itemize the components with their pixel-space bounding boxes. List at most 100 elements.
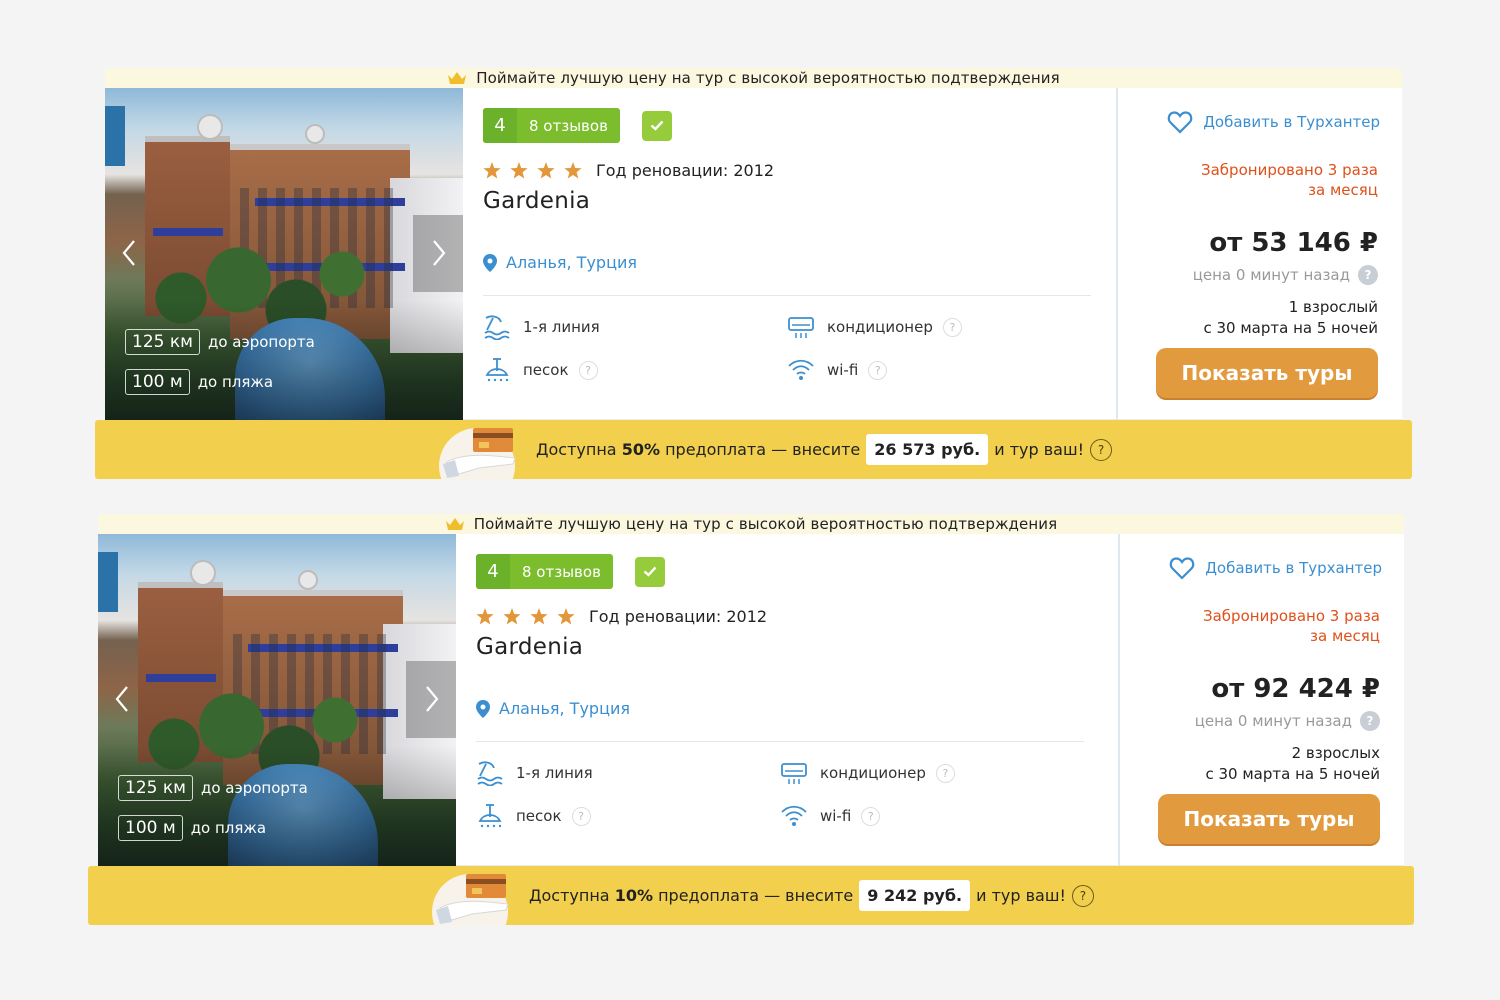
beach-distance-label: до пляжа [197,373,274,391]
rating-badge[interactable]: 4 8 отзывов [483,108,620,143]
sand-icon [478,804,502,828]
prepayment-text: Доступна 10% предоплата — внесите 9 242 … [529,866,1094,925]
prepayment-bar: Доступна 50% предоплата — внесите 26 573… [95,420,1412,480]
verified-badge[interactable] [634,556,665,587]
add-to-favorites-button[interactable]: Добавить в Турхантер [1167,110,1380,134]
question-icon[interactable]: ? [935,763,955,783]
feature-sand: песок ? [476,803,591,829]
location-pin-icon [483,253,497,272]
divider [476,741,1084,742]
hotel-card: Поймайте лучшую цену на тур с высокой ве… [88,514,1414,926]
hotel-location[interactable]: Аланья, Турция [476,699,630,718]
star-icon [530,608,548,625]
chevron-right-icon [433,240,446,266]
question-icon[interactable]: ? [1071,884,1094,907]
prepayment-text: Доступна 50% предоплата — внесите 26 573… [536,420,1113,479]
star-icon [564,162,582,179]
beach-line-icon [484,315,510,340]
favorites-label: Добавить в Турхантер [1203,113,1380,131]
favorites-label: Добавить в Турхантер [1205,559,1382,577]
booked-count: Забронировано 3 раза за месяц [1203,606,1380,646]
question-icon[interactable]: ? [1358,265,1378,285]
beach-distance: 100 м до пляжа [125,369,273,395]
feature-ac: кондиционер ? [787,314,962,340]
star-icon [557,608,575,625]
price-age-text: цена 0 минут назад [1192,266,1350,284]
card-body: 125 км до аэропорта 100 м до пляжа 4 8 о… [98,534,1404,866]
question-icon[interactable]: ? [571,806,591,826]
prepayment-bar: Доступна 10% предоплата — внесите 9 242 … [88,866,1414,926]
photo-prev-button[interactable] [112,684,132,714]
question-icon[interactable]: ? [578,360,598,380]
location-pin-icon [476,699,490,718]
travelers: 2 взрослых [1291,744,1380,762]
travelers: 1 взрослый [1288,298,1378,316]
feature-line: 1-я линия [476,760,593,786]
question-icon[interactable]: ? [1360,711,1380,731]
stars-row: Год реновации: 2012 [483,161,774,180]
question-icon[interactable]: ? [1090,438,1113,461]
beach-distance-label: до пляжа [190,819,267,837]
prepay-prefix: Доступна [536,440,622,459]
rating-score: 4 [476,554,510,589]
beach-distance-value: 100 м [125,369,190,395]
show-tours-button[interactable]: Показать туры [1158,794,1380,844]
air-conditioner-icon [788,317,814,338]
star-icon [476,608,494,625]
feature-wifi: wi-fi ? [780,803,881,829]
photo-next-button[interactable] [422,684,442,714]
booked-line-1: Забронировано 3 раза [1201,161,1378,179]
hotel-location[interactable]: Аланья, Турция [483,253,637,272]
reviews-count: 8 отзывов [522,562,601,581]
question-icon[interactable]: ? [942,317,962,337]
hotel-info: 4 8 отзывов Год реновации: 2012 Gardenia… [483,88,1113,420]
prepay-amount: 9 242 руб. [859,880,971,911]
hotel-photo[interactable]: 125 км до аэропорта 100 м до пляжа [105,88,463,420]
photo-prev-button[interactable] [119,238,139,268]
star-icon [510,162,528,179]
airport-distance: 125 км до аэропорта [118,775,308,801]
booked-count: Забронировано 3 раза за месяц [1201,160,1378,200]
chevron-left-icon [115,686,128,712]
airport-distance-label: до аэропорта [207,333,315,351]
prepay-percent: 10% [614,886,653,905]
stars-row: Год реновации: 2012 [476,607,767,626]
photo-next-button[interactable] [429,238,449,268]
prepay-prefix: Доступна [529,886,615,905]
add-to-favorites-button[interactable]: Добавить в Турхантер [1169,556,1382,580]
prepay-middle: предоплата — внесите [652,886,854,905]
question-icon[interactable]: ? [861,806,881,826]
sand-icon [485,358,509,382]
feature-wifi: wi-fi ? [787,357,888,383]
question-icon[interactable]: ? [868,360,888,380]
star-icon [537,162,555,179]
show-tours-button[interactable]: Показать туры [1156,348,1378,398]
feature-sand-text: песок [523,361,569,379]
rating-badge[interactable]: 4 8 отзывов [476,554,613,589]
price-panel: Добавить в Турхантер Забронировано 3 раз… [1118,534,1404,866]
hotel-name[interactable]: Gardenia [476,634,583,660]
hotel-name[interactable]: Gardenia [483,188,590,214]
feature-ac-text: кондиционер [820,764,926,782]
reviews-count: 8 отзывов [529,116,608,135]
beach-line-icon [477,761,503,786]
verified-badge[interactable] [641,110,672,141]
hotel-photo[interactable]: 125 км до аэропорта 100 м до пляжа [98,534,456,866]
booked-line-2: за месяц [1308,181,1378,199]
travel-dates: с 30 марта на 5 ночей [1205,765,1381,783]
airport-distance-label: до аэропорта [200,779,308,797]
booked-line-1: Забронировано 3 раза [1203,607,1380,625]
travel-details: 2 взрослых с 30 марта на 5 ночей [1206,743,1381,785]
feature-ac: кондиционер ? [780,760,955,786]
prepay-card-hand-icon [439,428,516,480]
divider [483,295,1091,296]
promo-text: Поймайте лучшую цену на тур с высокой ве… [476,69,1060,87]
wifi-icon [788,359,814,380]
chevron-right-icon [426,686,439,712]
prepay-amount: 26 573 руб. [866,434,989,465]
wifi-icon [781,805,807,826]
promo-bar: Поймайте лучшую цену на тур с высокой ве… [105,68,1402,88]
chevron-left-icon [122,240,135,266]
promo-bar: Поймайте лучшую цену на тур с высокой ве… [98,514,1404,534]
location-text: Аланья, Турция [506,253,637,272]
